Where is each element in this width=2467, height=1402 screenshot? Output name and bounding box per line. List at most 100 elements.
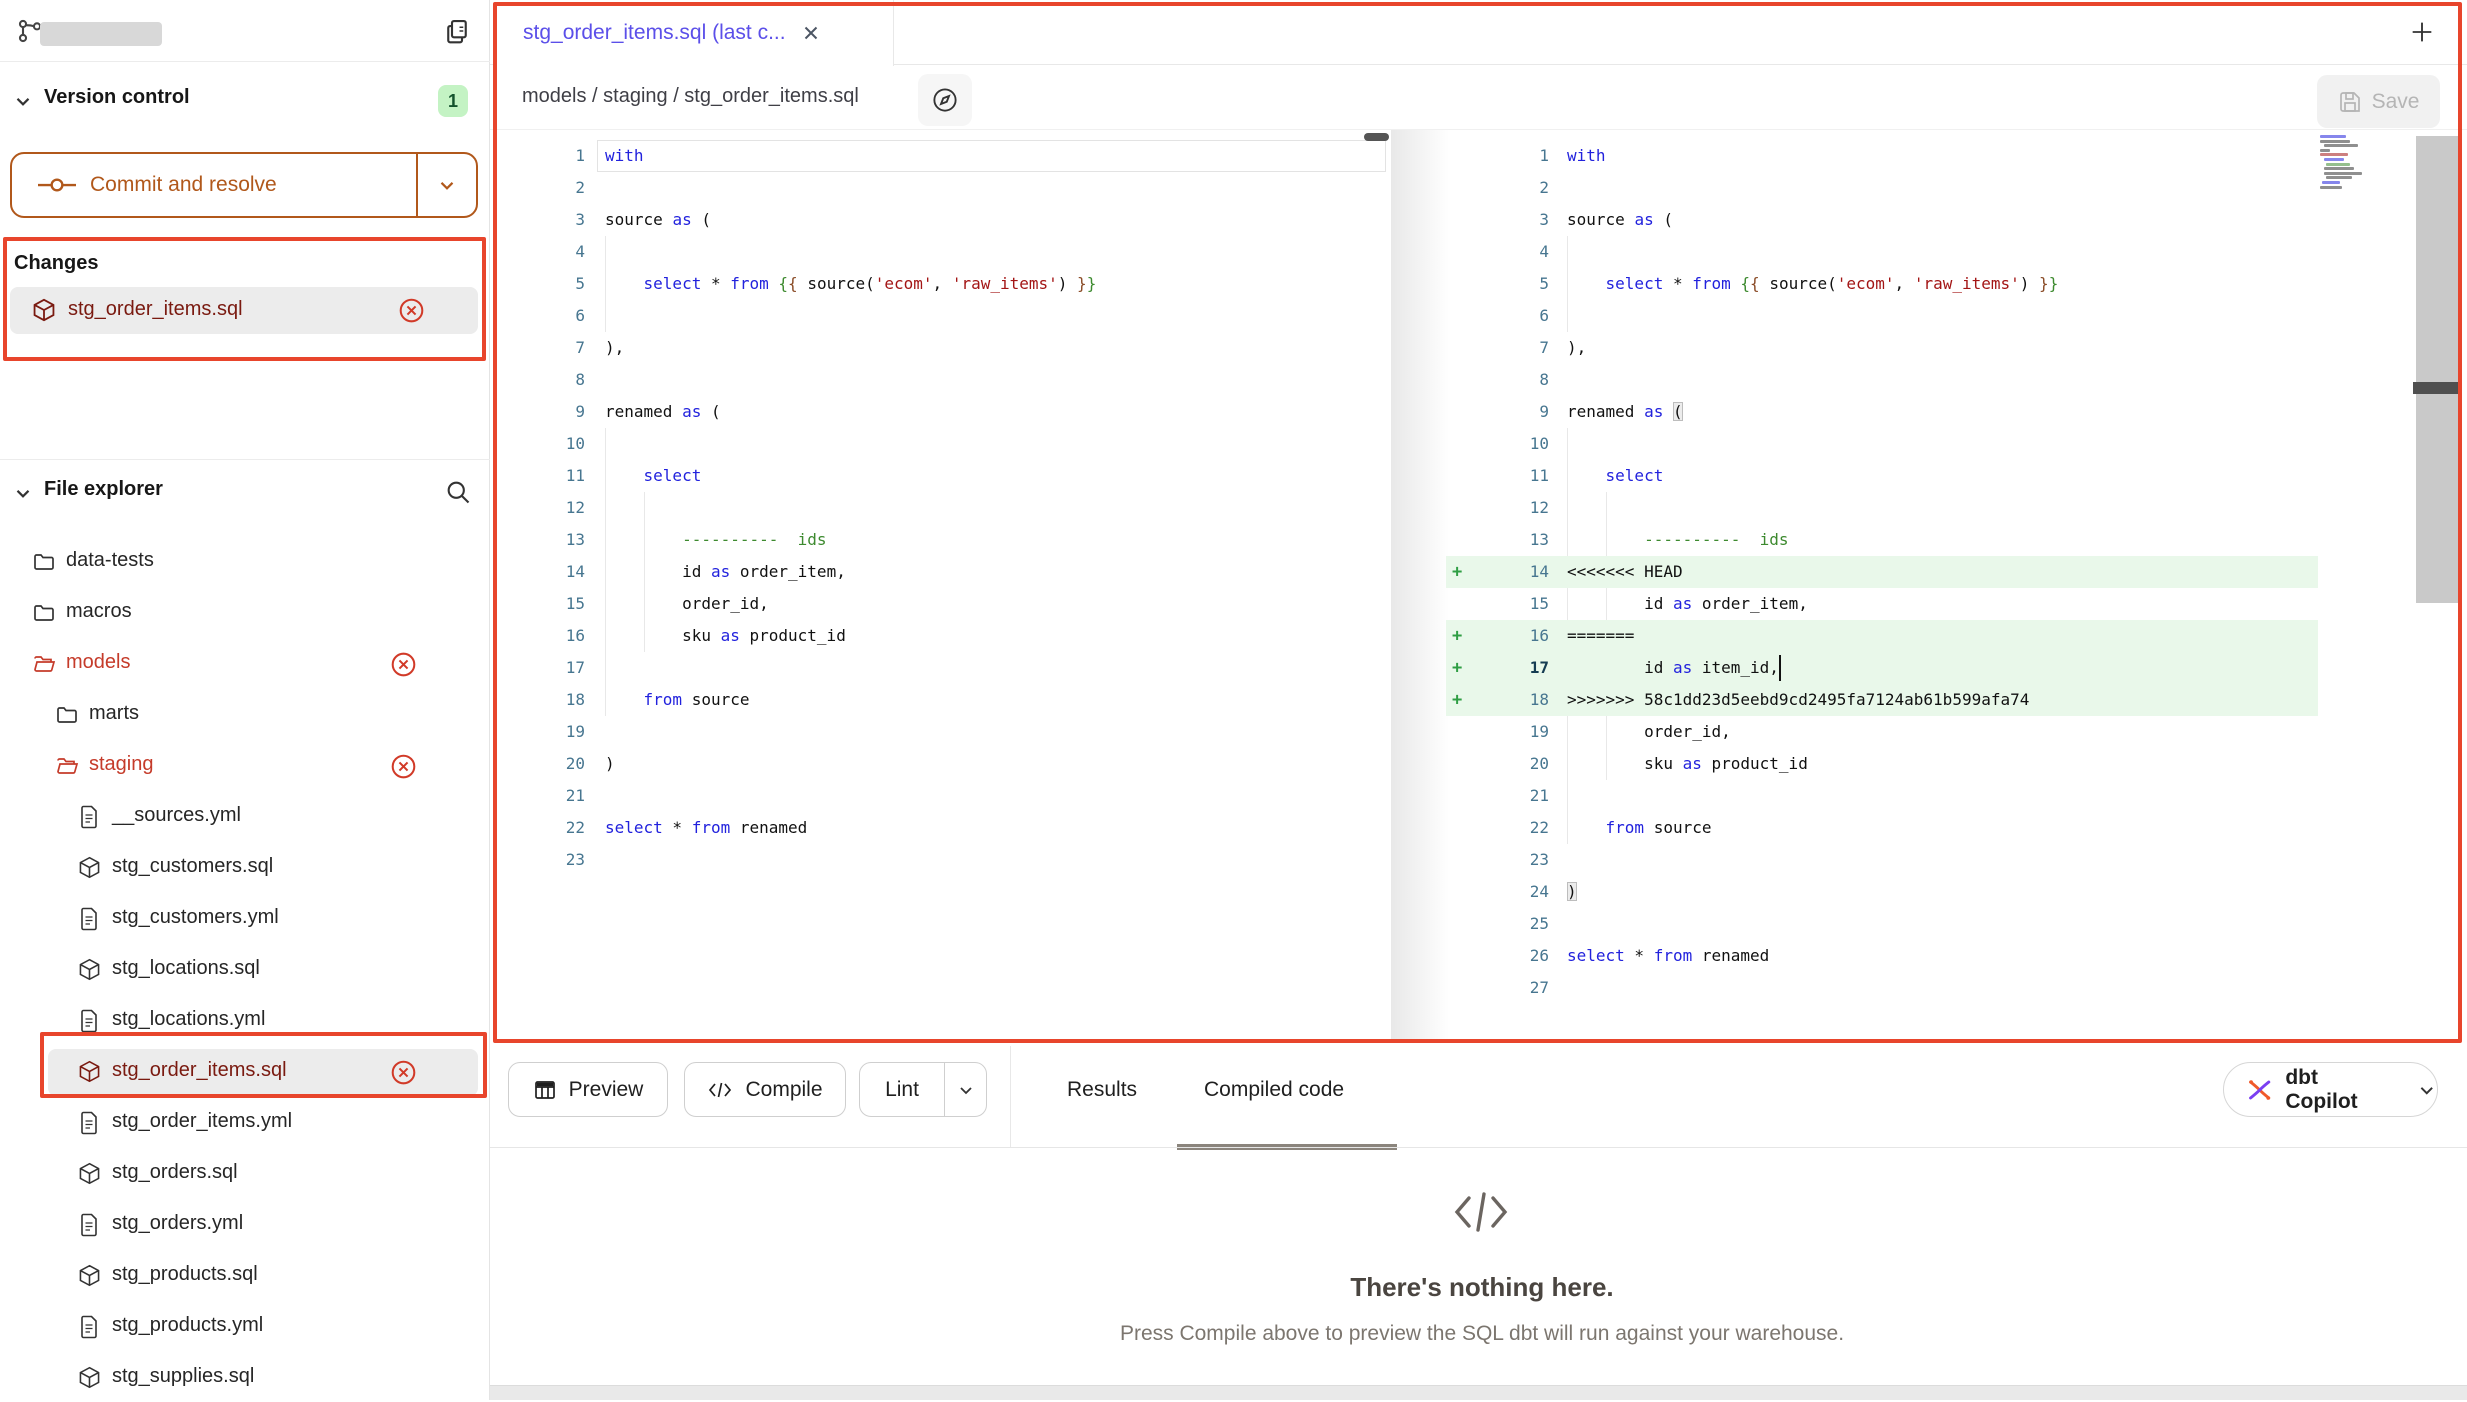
discard-change-icon[interactable] <box>398 297 425 324</box>
code-line: ), <box>1567 332 1586 364</box>
line-number: 17 <box>1489 652 1549 684</box>
file-tree-item[interactable]: stg_products.sql <box>0 1253 490 1300</box>
code-line: select * from {{ source('ecom', 'raw_ite… <box>1567 268 2058 300</box>
line-number: 15 <box>525 588 585 620</box>
line-number: 6 <box>525 300 585 332</box>
chevron-down-icon[interactable] <box>12 482 34 504</box>
file-tree-item[interactable]: stg_products.yml <box>0 1304 490 1351</box>
table-icon <box>533 1078 557 1102</box>
line-number: 9 <box>525 396 585 428</box>
sidebar-divider <box>0 459 490 460</box>
minimap-line <box>2320 149 2330 152</box>
chevron-down-icon <box>2416 1079 2437 1101</box>
file-tree-item[interactable]: data-tests <box>0 539 490 586</box>
tab-stg-order-items[interactable]: stg_order_items.sql (last c... <box>497 0 894 66</box>
file-tree-item[interactable]: stg_locations.yml <box>0 998 490 1045</box>
file-tree-item[interactable]: stg_customers.sql <box>0 845 490 892</box>
save-button[interactable]: Save <box>2317 75 2440 128</box>
tab-results[interactable]: Results <box>1067 1062 1137 1117</box>
code-line: from source <box>605 684 750 716</box>
file-tree-label: stg_locations.yml <box>112 1008 265 1031</box>
chevron-down-icon <box>436 174 458 196</box>
commit-and-resolve-button[interactable]: Commit and resolve <box>10 152 478 218</box>
file-tree-item[interactable]: macros <box>0 590 490 637</box>
file-tree-item[interactable]: staging <box>0 743 490 790</box>
close-icon[interactable] <box>800 22 822 44</box>
line-number: 13 <box>1489 524 1549 556</box>
new-tab-icon[interactable] <box>2408 18 2436 46</box>
compile-button[interactable]: Compile <box>684 1062 846 1117</box>
code-line: source as ( <box>1567 204 1673 236</box>
file-tree-label: macros <box>66 600 132 623</box>
file-tree-item[interactable]: stg_supplies.sql <box>0 1355 490 1402</box>
file-tree-label: marts <box>89 702 139 725</box>
minimap-line <box>2320 135 2346 138</box>
preview-label: Preview <box>569 1078 644 1102</box>
chevron-down-icon[interactable] <box>12 90 34 112</box>
file-tree-label: staging <box>89 753 154 776</box>
line-number: 22 <box>1489 812 1549 844</box>
code-line: select * from renamed <box>605 812 807 844</box>
file-navigate-button[interactable] <box>918 74 972 126</box>
file-tree-item[interactable]: stg_orders.yml <box>0 1202 490 1249</box>
file-tree-label: stg_order_items.yml <box>112 1110 292 1133</box>
discard-change-icon[interactable] <box>390 651 417 678</box>
line-number: 9 <box>1489 396 1549 428</box>
line-number: 19 <box>1489 716 1549 748</box>
file-tree-label: stg_products.yml <box>112 1314 263 1337</box>
indent-guide <box>605 652 606 684</box>
copy-icon[interactable] <box>442 16 472 46</box>
line-number: 23 <box>1489 844 1549 876</box>
preview-button[interactable]: Preview <box>508 1062 668 1117</box>
file-tree-item[interactable]: stg_orders.sql <box>0 1151 490 1198</box>
lint-dropdown-toggle[interactable] <box>944 1063 986 1116</box>
line-number: 19 <box>525 716 585 748</box>
indent-guide <box>605 428 606 460</box>
diff-plus-marker: + <box>1452 620 1462 652</box>
cube-icon <box>78 1060 101 1083</box>
file-tree-item[interactable]: marts <box>0 692 490 739</box>
indent-guide <box>1567 236 1568 268</box>
tab-compiled-code[interactable]: Compiled code <box>1204 1062 1344 1117</box>
folder-icon <box>55 703 79 727</box>
file-tree-item[interactable]: models <box>0 641 490 688</box>
dbt-copilot-button[interactable]: dbt Copilot <box>2223 1062 2438 1117</box>
left-pane-scrollbar-thumb[interactable] <box>1364 133 1389 141</box>
indent-guide <box>1567 300 1568 332</box>
current-line-highlight <box>597 140 1386 172</box>
code-icon <box>707 1079 733 1101</box>
discard-change-icon[interactable] <box>390 1059 417 1086</box>
code-line: id as item_id, <box>1567 652 1779 684</box>
changed-file-row[interactable]: stg_order_items.sql <box>10 287 478 334</box>
file-tree-item[interactable]: stg_customers.yml <box>0 896 490 943</box>
code-line: ), <box>605 332 624 364</box>
code-line: ---------- ids <box>605 524 827 556</box>
commit-dropdown-toggle[interactable] <box>416 154 476 216</box>
file-tree-item[interactable]: __sources.yml <box>0 794 490 841</box>
bottom-scrollbar[interactable] <box>490 1385 2467 1400</box>
version-control-title[interactable]: Version control <box>44 86 190 109</box>
empty-state-subtitle: Press Compile above to preview the SQL d… <box>982 1322 1982 1346</box>
bottom-bar-divider <box>1010 1046 1011 1147</box>
cube-icon <box>78 958 101 981</box>
file-tree-item[interactable]: stg_locations.sql <box>0 947 490 994</box>
sidebar-header <box>0 0 490 62</box>
line-number: 8 <box>525 364 585 396</box>
file-tree-item[interactable]: stg_order_items.sql <box>0 1049 490 1096</box>
file-tree-item[interactable]: stg_order_items.yml <box>0 1100 490 1147</box>
dbt-copilot-icon <box>2246 1076 2273 1104</box>
commit-button-label: Commit and resolve <box>90 173 277 197</box>
discard-change-icon[interactable] <box>390 753 417 780</box>
code-line: renamed as ( <box>605 396 721 428</box>
right-pane-scrollbar-thumb[interactable] <box>2413 382 2460 394</box>
code-line: <<<<<<< HEAD <box>1567 556 1683 588</box>
minimap-line <box>2324 144 2358 147</box>
diff-plus-marker: + <box>1452 652 1462 684</box>
commit-icon <box>38 174 76 196</box>
line-number: 2 <box>525 172 585 204</box>
lint-button[interactable]: Lint <box>859 1062 987 1117</box>
search-icon[interactable] <box>444 478 472 506</box>
minimap[interactable] <box>2320 135 2390 193</box>
file-icon <box>78 1213 100 1237</box>
file-explorer-title[interactable]: File explorer <box>44 478 163 501</box>
